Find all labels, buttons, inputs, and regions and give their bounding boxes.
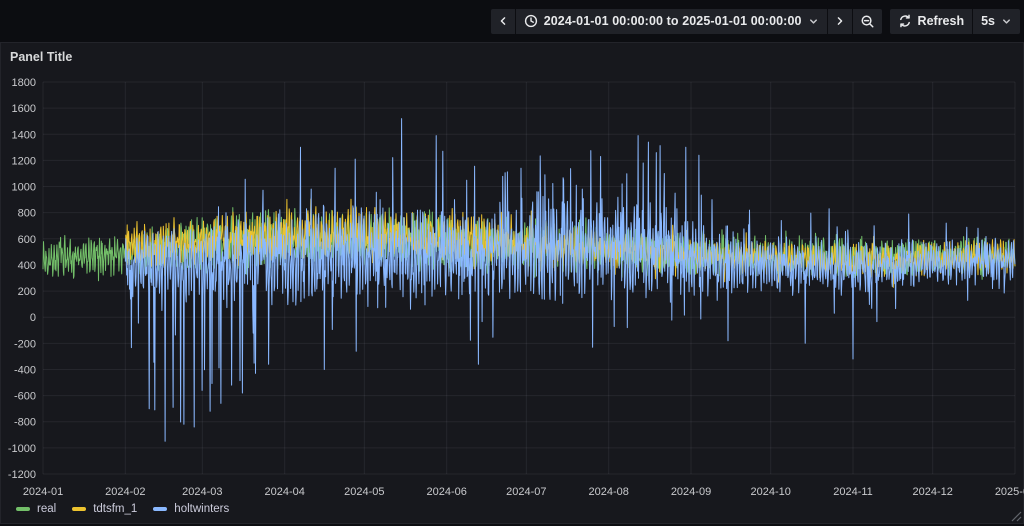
svg-text:2024-04: 2024-04 bbox=[264, 486, 304, 498]
svg-text:-1200: -1200 bbox=[8, 469, 36, 481]
svg-text:1400: 1400 bbox=[12, 129, 36, 141]
svg-text:2024-10: 2024-10 bbox=[750, 486, 790, 498]
svg-text:2024-05: 2024-05 bbox=[344, 486, 384, 498]
chevron-down-icon bbox=[808, 16, 819, 27]
svg-text:-600: -600 bbox=[14, 391, 36, 403]
legend-label: tdtsfm_1 bbox=[93, 503, 137, 515]
chevron-right-icon bbox=[835, 16, 845, 26]
legend-item-holtwinters[interactable]: holtwinters bbox=[153, 503, 229, 515]
legend-item-real[interactable]: real bbox=[16, 503, 56, 515]
refresh-button[interactable]: Refresh bbox=[890, 9, 973, 34]
time-series-chart[interactable]: 1800 1600 1400 1200 1000 800 600 400 200 0 -200 -40… bbox=[1, 43, 1024, 501]
legend-item-tdtsfm-1[interactable]: tdtsfm_1 bbox=[72, 503, 137, 515]
zoom-out-button[interactable] bbox=[853, 9, 882, 34]
svg-text:2024-09: 2024-09 bbox=[671, 486, 711, 498]
svg-text:-400: -400 bbox=[14, 364, 36, 376]
time-range-controls: 2024-01-01 00:00:00 to 2025-01-01 00:00:… bbox=[491, 9, 882, 34]
legend-label: holtwinters bbox=[174, 503, 229, 515]
svg-text:2024-01: 2024-01 bbox=[23, 486, 63, 498]
svg-text:2025-01: 2025-01 bbox=[995, 486, 1024, 498]
svg-text:-800: -800 bbox=[14, 417, 36, 429]
panel-resize-handle[interactable] bbox=[1011, 511, 1022, 522]
series-color-swatch bbox=[72, 507, 86, 511]
refresh-interval-dropdown[interactable]: 5s bbox=[973, 9, 1020, 34]
time-range-picker-button[interactable]: 2024-01-01 00:00:00 to 2025-01-01 00:00:… bbox=[516, 9, 827, 34]
series-color-swatch bbox=[16, 507, 30, 511]
legend: real tdtsfm_1 holtwinters bbox=[16, 503, 229, 515]
svg-text:2024-03: 2024-03 bbox=[182, 486, 222, 498]
svg-text:800: 800 bbox=[18, 208, 36, 220]
svg-text:0: 0 bbox=[30, 312, 36, 324]
svg-text:2024-06: 2024-06 bbox=[426, 486, 466, 498]
refresh-button-label: Refresh bbox=[918, 14, 965, 28]
magnifier-minus-icon bbox=[860, 14, 875, 29]
chevron-down-icon bbox=[1001, 16, 1012, 27]
svg-text:1600: 1600 bbox=[12, 103, 36, 115]
chevron-left-icon bbox=[498, 16, 508, 26]
panel: Panel Title 1800160014001200100080060040… bbox=[0, 42, 1024, 524]
svg-text:400: 400 bbox=[18, 260, 36, 272]
svg-text:-200: -200 bbox=[14, 338, 36, 350]
svg-text:2024-02: 2024-02 bbox=[105, 486, 145, 498]
svg-text:2024-07: 2024-07 bbox=[506, 486, 546, 498]
series-color-swatch bbox=[153, 507, 167, 511]
sync-arrows-icon bbox=[898, 14, 912, 28]
svg-text:1000: 1000 bbox=[12, 182, 36, 194]
top-bar: 2024-01-01 00:00:00 to 2025-01-01 00:00:… bbox=[0, 0, 1024, 42]
refresh-controls: Refresh 5s bbox=[890, 9, 1020, 34]
svg-text:1800: 1800 bbox=[12, 77, 36, 89]
time-shift-forward-button[interactable] bbox=[828, 9, 852, 34]
legend-label: real bbox=[37, 503, 56, 515]
svg-text:2024-11: 2024-11 bbox=[833, 486, 873, 498]
refresh-interval-value: 5s bbox=[981, 14, 995, 28]
svg-text:2024-08: 2024-08 bbox=[588, 486, 628, 498]
svg-text:-1000: -1000 bbox=[8, 443, 36, 455]
svg-text:200: 200 bbox=[18, 286, 36, 298]
time-range-label: 2024-01-01 00:00:00 to 2025-01-01 00:00:… bbox=[544, 14, 802, 28]
clock-icon bbox=[524, 14, 538, 28]
svg-text:1200: 1200 bbox=[12, 155, 36, 167]
time-shift-back-button[interactable] bbox=[491, 9, 515, 34]
svg-text:600: 600 bbox=[18, 234, 36, 246]
svg-text:2024-12: 2024-12 bbox=[912, 486, 952, 498]
